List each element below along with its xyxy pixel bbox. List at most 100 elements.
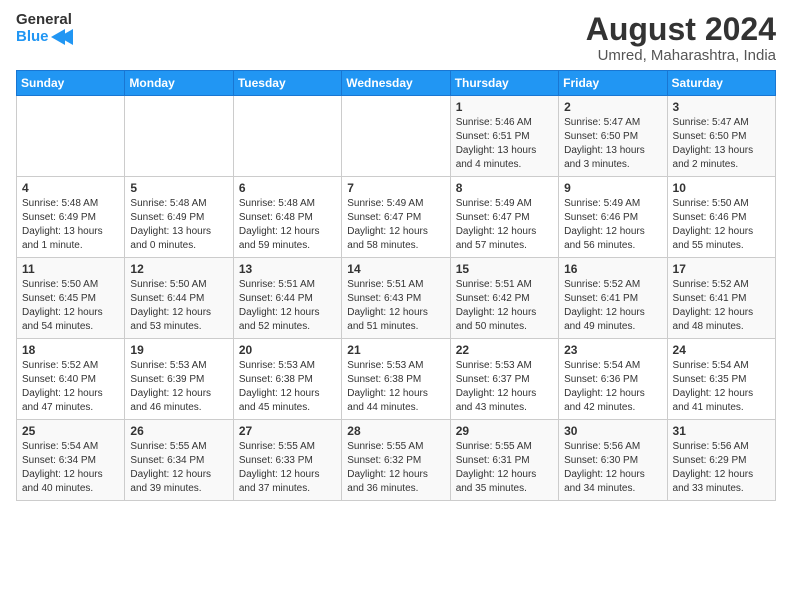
day-number: 23 (564, 343, 661, 357)
day-number: 10 (673, 181, 770, 195)
day-number: 29 (456, 424, 553, 438)
day-info: Sunrise: 5:55 AM Sunset: 6:33 PM Dayligh… (239, 440, 336, 496)
calendar-weekday-saturday: Saturday (667, 71, 775, 96)
calendar-cell: 12 Sunrise: 5:50 AM Sunset: 6:44 PM Dayli… (125, 258, 233, 339)
day-info: Sunrise: 5:56 AM Sunset: 6:29 PM Dayligh… (673, 440, 770, 496)
calendar-cell: 31Sunrise: 5:56 AM Sunset: 6:29 PM Dayli… (667, 420, 775, 501)
day-number: 22 (456, 343, 553, 357)
logo-chevron-icon (51, 29, 73, 45)
day-info: Sunrise: 5:49 AM Sunset: 6:47 PM Dayligh… (456, 197, 553, 253)
day-info: Sunrise: 5:56 AM Sunset: 6:30 PM Dayligh… (564, 440, 661, 496)
calendar-cell: 11 Sunrise: 5:50 AM Sunset: 6:45 PM Dayli… (17, 258, 125, 339)
calendar-cell: 26 Sunrise: 5:55 AM Sunset: 6:34 PM Dayli… (125, 420, 233, 501)
calendar-cell (17, 96, 125, 177)
calendar-cell: 17Sunrise: 5:52 AM Sunset: 6:41 PM Dayli… (667, 258, 775, 339)
calendar-week-row: 4 Sunrise: 5:48 AM Sunset: 6:49 PM Daylig… (17, 177, 776, 258)
calendar-cell: 16Sunrise: 5:52 AM Sunset: 6:41 PM Dayli… (559, 258, 667, 339)
calendar-cell: 14 Sunrise: 5:51 AM Sunset: 6:43 PM Dayli… (342, 258, 450, 339)
day-number: 1 (456, 100, 553, 114)
day-number: 27 (239, 424, 336, 438)
day-number: 9 (564, 181, 661, 195)
calendar-cell: 6 Sunrise: 5:48 AM Sunset: 6:48 PM Daylig… (233, 177, 341, 258)
calendar-weekday-sunday: Sunday (17, 71, 125, 96)
calendar-cell: 21 Sunrise: 5:53 AM Sunset: 6:38 PM Dayli… (342, 339, 450, 420)
day-info: Sunrise: 5:50 AM Sunset: 6:45 PM Dayligh… (22, 278, 119, 334)
day-info: Sunrise: 5:46 AM Sunset: 6:51 PM Dayligh… (456, 116, 553, 172)
day-number: 6 (239, 181, 336, 195)
calendar-cell: 2Sunrise: 5:47 AM Sunset: 6:50 PM Daylig… (559, 96, 667, 177)
day-number: 24 (673, 343, 770, 357)
calendar-header-row: SundayMondayTuesdayWednesdayThursdayFrid… (17, 71, 776, 96)
day-info: Sunrise: 5:50 AM Sunset: 6:44 PM Dayligh… (130, 278, 227, 334)
calendar-week-row: 25Sunrise: 5:54 AM Sunset: 6:34 PM Dayli… (17, 420, 776, 501)
subtitle: Umred, Maharashtra, India (586, 47, 776, 64)
calendar-cell: 24 Sunrise: 5:54 AM Sunset: 6:35 PM Dayli… (667, 339, 775, 420)
calendar-cell: 20 Sunrise: 5:53 AM Sunset: 6:38 PM Dayli… (233, 339, 341, 420)
calendar-cell: 8 Sunrise: 5:49 AM Sunset: 6:47 PM Daylig… (450, 177, 558, 258)
day-info: Sunrise: 5:48 AM Sunset: 6:48 PM Dayligh… (239, 197, 336, 253)
main-title: August 2024 (586, 12, 776, 47)
day-number: 19 (130, 343, 227, 357)
day-info: Sunrise: 5:54 AM Sunset: 6:36 PM Dayligh… (564, 359, 661, 415)
day-number: 4 (22, 181, 119, 195)
calendar-cell: 27 Sunrise: 5:55 AM Sunset: 6:33 PM Dayli… (233, 420, 341, 501)
day-number: 18 (22, 343, 119, 357)
calendar-week-row: 18 Sunrise: 5:52 AM Sunset: 6:40 PM Dayli… (17, 339, 776, 420)
day-info: Sunrise: 5:53 AM Sunset: 6:38 PM Dayligh… (347, 359, 444, 415)
day-info: Sunrise: 5:55 AM Sunset: 6:34 PM Dayligh… (130, 440, 227, 496)
calendar-cell: 13Sunrise: 5:51 AM Sunset: 6:44 PM Dayli… (233, 258, 341, 339)
logo-blue: Blue (16, 29, 73, 46)
calendar-cell (125, 96, 233, 177)
day-info: Sunrise: 5:48 AM Sunset: 6:49 PM Dayligh… (22, 197, 119, 253)
day-info: Sunrise: 5:54 AM Sunset: 6:35 PM Dayligh… (673, 359, 770, 415)
calendar-cell (342, 96, 450, 177)
calendar-weekday-friday: Friday (559, 71, 667, 96)
day-number: 20 (239, 343, 336, 357)
day-info: Sunrise: 5:51 AM Sunset: 6:43 PM Dayligh… (347, 278, 444, 334)
calendar-cell: 30 Sunrise: 5:56 AM Sunset: 6:30 PM Dayli… (559, 420, 667, 501)
day-number: 8 (456, 181, 553, 195)
calendar-cell: 5Sunrise: 5:48 AM Sunset: 6:49 PM Daylig… (125, 177, 233, 258)
calendar-cell: 3 Sunrise: 5:47 AM Sunset: 6:50 PM Daylig… (667, 96, 775, 177)
calendar-cell: 25Sunrise: 5:54 AM Sunset: 6:34 PM Dayli… (17, 420, 125, 501)
calendar-weekday-wednesday: Wednesday (342, 71, 450, 96)
title-area: August 2024 Umred, Maharashtra, India (586, 12, 776, 64)
calendar-cell: 23 Sunrise: 5:54 AM Sunset: 6:36 PM Dayli… (559, 339, 667, 420)
calendar: SundayMondayTuesdayWednesdayThursdayFrid… (16, 70, 776, 501)
day-info: Sunrise: 5:55 AM Sunset: 6:31 PM Dayligh… (456, 440, 553, 496)
calendar-weekday-tuesday: Tuesday (233, 71, 341, 96)
calendar-cell: 22Sunrise: 5:53 AM Sunset: 6:37 PM Dayli… (450, 339, 558, 420)
day-info: Sunrise: 5:49 AM Sunset: 6:47 PM Dayligh… (347, 197, 444, 253)
header: General Blue August 2024 Umred, Maharash… (16, 12, 776, 64)
calendar-weekday-thursday: Thursday (450, 71, 558, 96)
day-number: 2 (564, 100, 661, 114)
day-number: 26 (130, 424, 227, 438)
day-number: 21 (347, 343, 444, 357)
day-number: 25 (22, 424, 119, 438)
day-info: Sunrise: 5:49 AM Sunset: 6:46 PM Dayligh… (564, 197, 661, 253)
day-number: 30 (564, 424, 661, 438)
calendar-cell: 15Sunrise: 5:51 AM Sunset: 6:42 PM Dayli… (450, 258, 558, 339)
day-info: Sunrise: 5:48 AM Sunset: 6:49 PM Dayligh… (130, 197, 227, 253)
day-number: 14 (347, 262, 444, 276)
calendar-cell: 19 Sunrise: 5:53 AM Sunset: 6:39 PM Dayli… (125, 339, 233, 420)
day-info: Sunrise: 5:53 AM Sunset: 6:38 PM Dayligh… (239, 359, 336, 415)
calendar-cell: 28Sunrise: 5:55 AM Sunset: 6:32 PM Dayli… (342, 420, 450, 501)
day-number: 12 (130, 262, 227, 276)
calendar-cell: 18 Sunrise: 5:52 AM Sunset: 6:40 PM Dayli… (17, 339, 125, 420)
day-info: Sunrise: 5:47 AM Sunset: 6:50 PM Dayligh… (673, 116, 770, 172)
calendar-cell: 9 Sunrise: 5:49 AM Sunset: 6:46 PM Daylig… (559, 177, 667, 258)
day-info: Sunrise: 5:55 AM Sunset: 6:32 PM Dayligh… (347, 440, 444, 496)
day-number: 11 (22, 262, 119, 276)
logo-general: General (16, 12, 73, 29)
page: General Blue August 2024 Umred, Maharash… (0, 0, 792, 509)
day-info: Sunrise: 5:52 AM Sunset: 6:40 PM Dayligh… (22, 359, 119, 415)
calendar-weekday-monday: Monday (125, 71, 233, 96)
calendar-week-row: 1 Sunrise: 5:46 AM Sunset: 6:51 PM Daylig… (17, 96, 776, 177)
day-info: Sunrise: 5:51 AM Sunset: 6:44 PM Dayligh… (239, 278, 336, 334)
day-info: Sunrise: 5:53 AM Sunset: 6:39 PM Dayligh… (130, 359, 227, 415)
day-number: 3 (673, 100, 770, 114)
calendar-cell: 10 Sunrise: 5:50 AM Sunset: 6:46 PM Dayli… (667, 177, 775, 258)
calendar-week-row: 11 Sunrise: 5:50 AM Sunset: 6:45 PM Dayli… (17, 258, 776, 339)
day-info: Sunrise: 5:50 AM Sunset: 6:46 PM Dayligh… (673, 197, 770, 253)
